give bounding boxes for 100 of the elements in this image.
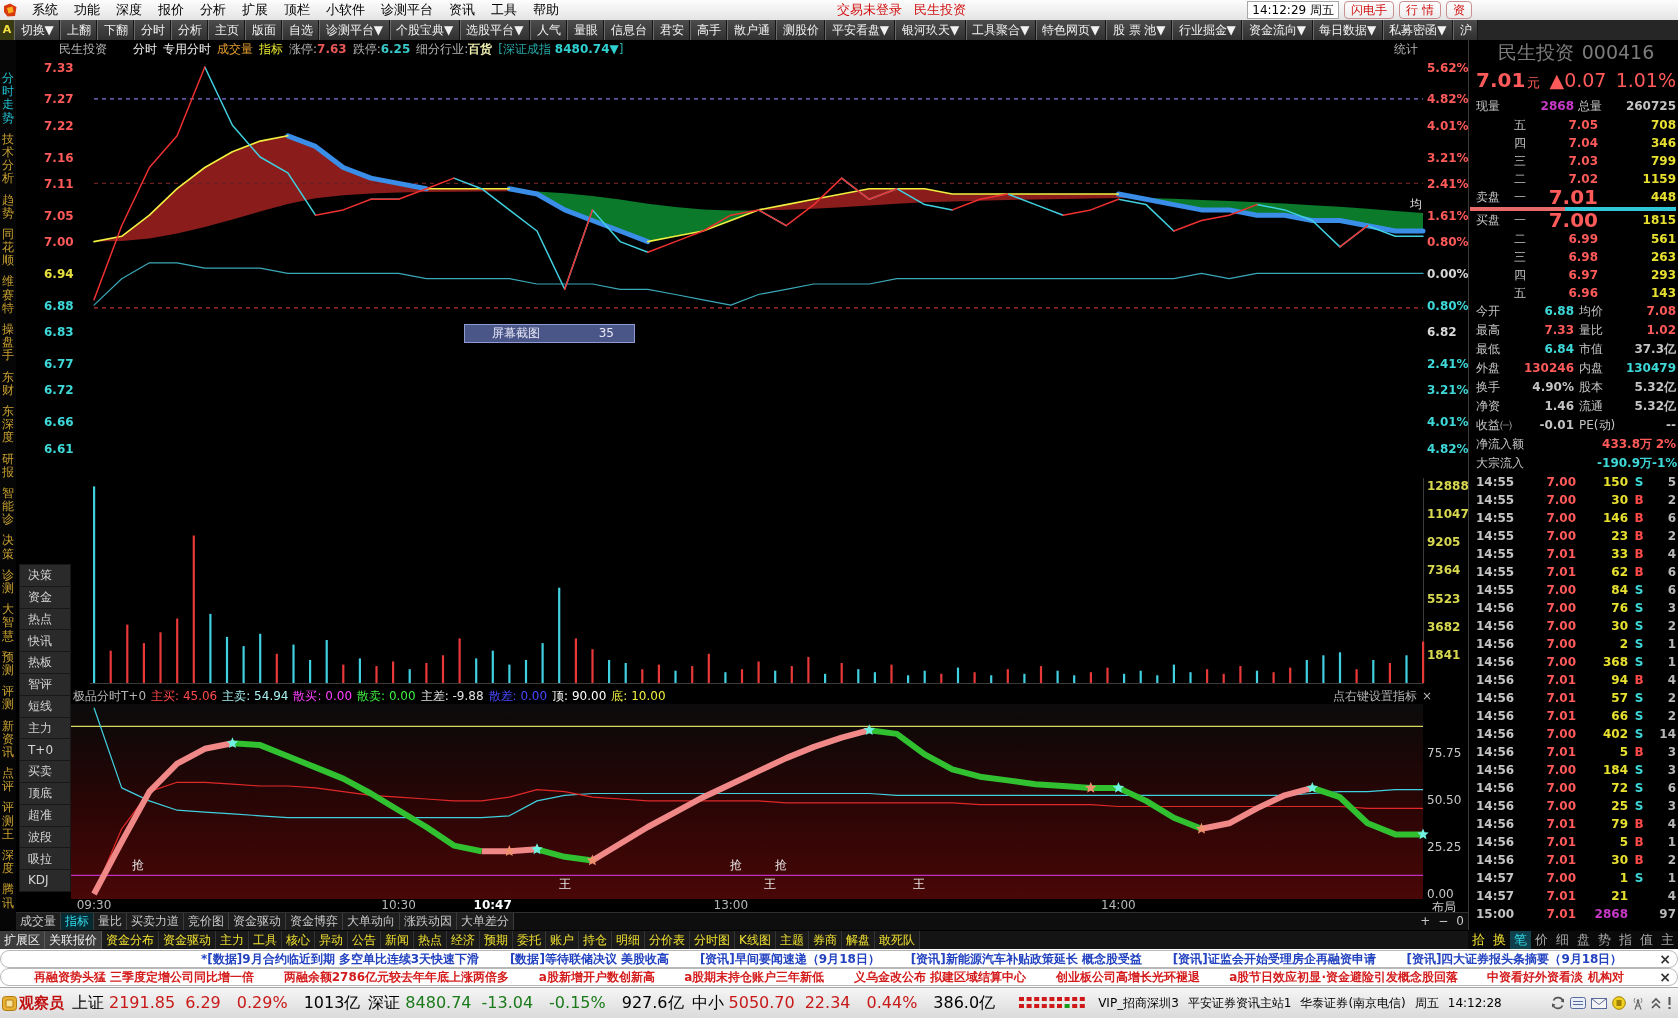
menu-item[interactable]: 功能 <box>66 2 108 18</box>
menu-item[interactable]: 帮助 <box>525 2 567 18</box>
toolbar-button[interactable]: 上翻 <box>60 20 98 40</box>
toolbar-button[interactable]: 个股宝典▼ <box>389 20 460 40</box>
chart-tab[interactable]: 成交量 <box>16 913 61 930</box>
close-button[interactable]: × <box>1653 970 1671 984</box>
chart-mode-tab[interactable]: 专用分时 <box>163 41 211 57</box>
chart-tab[interactable]: 指标 <box>61 913 94 930</box>
toolbar-button[interactable]: 主页 <box>208 20 246 40</box>
side-menu-item[interactable]: 智评 <box>20 674 70 695</box>
panel-link[interactable]: 预期 <box>480 931 513 949</box>
layout-button[interactable]: 布局 <box>1432 900 1456 912</box>
zoom-control[interactable]: + <box>1416 913 1435 930</box>
toolbar-button[interactable]: 平安看盘▼ <box>825 20 896 40</box>
news-link[interactable]: 再融资势头猛 三季度定增公司同比增一倍 <box>34 969 255 985</box>
menu-button[interactable]: 行 情 <box>1399 1 1441 19</box>
mode-button[interactable]: A <box>0 20 14 40</box>
side-menu-item[interactable]: 决策 <box>20 565 70 586</box>
news-link[interactable]: a股新增开户数创新高 <box>538 969 655 985</box>
side-tab[interactable]: 大智慧 <box>2 603 14 643</box>
toolbar-button[interactable]: 资金流向▼ <box>1242 20 1313 40</box>
chart-tab[interactable]: 大单差分 <box>457 913 514 930</box>
toolbar-button[interactable]: 人气 <box>530 20 568 40</box>
side-tab[interactable]: 深度 <box>2 849 14 876</box>
toolbar-button[interactable]: 工具聚合▼ <box>965 20 1036 40</box>
toolbar-button[interactable]: 每日数据▼ <box>1312 20 1383 40</box>
panel-link[interactable]: 资金驱动 <box>159 931 216 949</box>
panel-link[interactable]: 敢死队 <box>874 931 920 949</box>
toolbar-button[interactable]: 诊测平台▼ <box>319 20 390 40</box>
menu-item[interactable]: 分析 <box>192 2 234 18</box>
toolbar-button[interactable]: 银河玖天▼ <box>895 20 966 40</box>
panel-link[interactable]: 异动 <box>315 931 348 949</box>
panel-tab[interactable]: 主 <box>1657 931 1678 949</box>
side-menu-item[interactable]: 资金 <box>20 586 70 608</box>
side-tab[interactable]: 腾讯 <box>2 883 14 910</box>
double-chevron-icon[interactable] <box>1650 996 1662 1010</box>
panel-tab[interactable]: 细 <box>1552 931 1573 949</box>
news-link[interactable]: *[数据]9月合约临近到期 多空单比连续3天快速下滑 <box>201 951 480 967</box>
menu-item[interactable]: 小软件 <box>318 2 373 18</box>
toolbar-button[interactable]: 特色网页▼ <box>1035 20 1107 40</box>
chart-tab[interactable]: 涨跌动因 <box>400 913 457 930</box>
panel-link[interactable]: 经济 <box>447 931 480 949</box>
side-tab[interactable]: 点评 <box>2 767 14 794</box>
panel-link[interactable]: 分价表 <box>645 931 690 949</box>
menu-item[interactable]: 顶栏 <box>276 2 318 18</box>
toolbar-button[interactable]: 下翻 <box>97 20 135 40</box>
toolbar-button[interactable]: 分析 <box>171 20 209 40</box>
side-menu-item[interactable]: 快讯 <box>20 630 70 652</box>
panel-tab[interactable]: 扩展区 <box>0 931 45 949</box>
toolbar-button[interactable]: 版面 <box>245 20 283 40</box>
panel-link[interactable]: 券商 <box>808 931 842 949</box>
side-menu-item[interactable]: KDJ <box>20 870 70 891</box>
toolbar-button[interactable]: 信息台 <box>604 20 654 40</box>
news-link[interactable]: [数据]等待联储决议 美股收高 <box>509 951 670 967</box>
panel-tab[interactable]: 盘 <box>1573 931 1594 949</box>
panel-button[interactable]: 拾 <box>1468 931 1489 949</box>
panel-link[interactable]: 资金分布 <box>102 931 159 949</box>
chart-tab[interactable]: 量比 <box>94 913 127 930</box>
side-tab[interactable]: 操盘手 <box>2 323 14 363</box>
side-tab[interactable]: 诊测 <box>2 568 14 596</box>
index-quote[interactable]: [深证成指 8480.74▼] <box>498 41 624 57</box>
news-link[interactable]: 两融余额2786亿元较去年年底上涨两倍多 <box>283 969 510 985</box>
panel-link[interactable]: 工具 <box>249 931 282 949</box>
toolbar-button[interactable]: 股 票 池▼ <box>1106 20 1173 40</box>
toolbar-button[interactable]: 量眼 <box>567 20 605 40</box>
side-tab[interactable]: 技术分析 <box>2 132 14 186</box>
toolbar-button[interactable]: 分时 <box>134 20 172 40</box>
toolbar-button[interactable]: 行业掘金▼ <box>1172 20 1243 40</box>
toolbar-button[interactable]: 君安 <box>653 20 691 40</box>
menu-item[interactable]: 报价 <box>150 2 192 18</box>
menu-item[interactable]: 工具 <box>483 2 525 18</box>
panel-link[interactable]: 主题 <box>775 931 809 949</box>
panel-tab[interactable]: 势 <box>1594 931 1615 949</box>
chart-tab[interactable]: 买卖力道 <box>127 913 184 930</box>
side-menu-item[interactable]: 顶底 <box>20 782 70 804</box>
panel-link[interactable]: 主力 <box>216 931 249 949</box>
exclamation-icon[interactable] <box>1667 996 1672 1010</box>
panel-link[interactable]: 账户 <box>546 931 579 949</box>
toolbar-button[interactable]: 测股价 <box>776 20 826 40</box>
menu-item[interactable]: 系统 <box>24 2 66 18</box>
side-tab[interactable]: 东财 <box>2 370 14 397</box>
panel-link[interactable]: 新闻 <box>381 931 414 949</box>
coin-icon[interactable] <box>1612 996 1626 1010</box>
side-menu-item[interactable]: 超准 <box>20 804 70 826</box>
toolbar-button[interactable]: 切换▼ <box>14 20 61 40</box>
side-tab[interactable]: 智能诊 <box>2 486 14 527</box>
panel-link[interactable]: K线图 <box>735 931 776 949</box>
toolbar-button[interactable]: 散户通 <box>727 20 777 40</box>
news-link[interactable]: a股节日效应初显·资金避险引发概念股回落 <box>1229 969 1458 985</box>
indicator-tab[interactable]: 指标 <box>259 41 283 57</box>
panel-link[interactable]: 委托 <box>513 931 546 949</box>
refresh-icon[interactable] <box>1551 996 1565 1010</box>
side-tab[interactable]: 同花顺 <box>2 227 14 268</box>
toolbar-button[interactable]: 自选 <box>282 20 320 40</box>
note-icon[interactable] <box>1570 996 1586 1010</box>
menu-item[interactable]: 深度 <box>108 2 150 18</box>
panel-tab[interactable]: 值 <box>1636 931 1657 949</box>
panel-link[interactable]: 分时图 <box>690 931 735 949</box>
chart-tab[interactable]: 大单动向 <box>343 913 400 930</box>
close-button[interactable]: × <box>1653 952 1671 966</box>
